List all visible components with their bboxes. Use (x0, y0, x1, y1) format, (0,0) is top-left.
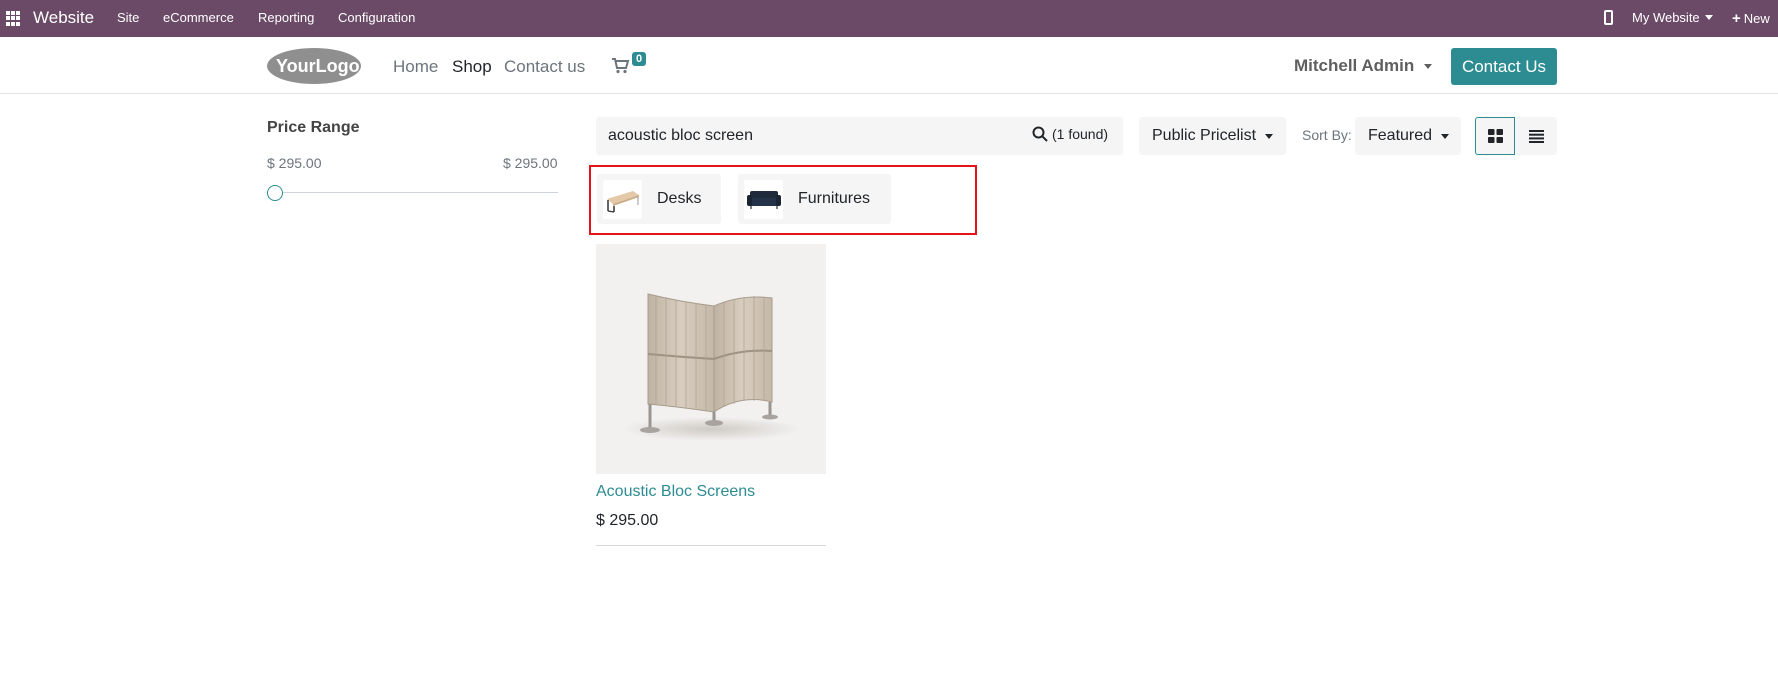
caret-down-icon (1424, 63, 1433, 69)
category-chip-desks[interactable]: Desks (597, 174, 721, 224)
product-divider (596, 545, 826, 546)
search-input[interactable]: acoustic bloc screen (608, 127, 753, 145)
apps-grid-icon[interactable] (6, 11, 21, 26)
price-range-slider[interactable] (267, 192, 558, 193)
site-logo[interactable]: YourLogo (266, 47, 362, 85)
menu-configuration[interactable]: Configuration (338, 10, 415, 25)
category-label-furnitures: Furnitures (798, 190, 871, 207)
contact-us-button[interactable]: Contact Us (1451, 48, 1557, 85)
nav-contact-us[interactable]: Contact us (504, 57, 585, 77)
desk-thumbnail-icon (603, 179, 642, 219)
grid-view-icon (1487, 129, 1503, 143)
caret-down-icon (1704, 15, 1713, 20)
user-name: Mitchell Admin (1294, 56, 1415, 75)
admin-topbar: Website Site eCommerce Reporting Configu… (0, 0, 1778, 37)
results-count: (1 found) (1052, 126, 1109, 142)
menu-reporting[interactable]: Reporting (258, 10, 314, 25)
category-chip-furnitures[interactable]: Furnitures (738, 174, 891, 224)
sofa-thumbnail-icon (744, 179, 783, 219)
sort-value: Featured (1368, 127, 1433, 144)
nav-home[interactable]: Home (393, 57, 438, 77)
sort-dropdown[interactable]: Featured (1355, 117, 1461, 155)
search-button[interactable]: (1 found) (1032, 126, 1108, 142)
my-website-label: My Website (1632, 10, 1700, 25)
search-icon (1032, 126, 1048, 142)
mobile-preview-icon[interactable] (1604, 10, 1613, 25)
logo-text: YourLogo (276, 56, 360, 76)
menu-site[interactable]: Site (117, 10, 139, 25)
list-view-button[interactable] (1515, 117, 1557, 155)
pricelist-label: Public Pricelist (1152, 127, 1257, 144)
new-label: New (1743, 11, 1770, 26)
app-title[interactable]: Website (33, 8, 94, 28)
product-search-box[interactable]: acoustic bloc screen (1 found) (596, 117, 1123, 155)
my-website-dropdown[interactable]: My Website (1632, 10, 1713, 25)
caret-down-icon (1441, 133, 1450, 139)
price-min-label: $ 295.00 (267, 155, 322, 171)
shopping-cart-icon (612, 58, 630, 74)
caret-down-icon (1265, 133, 1274, 139)
product-price: $ 295.00 (596, 512, 659, 529)
user-dropdown[interactable]: Mitchell Admin (1294, 56, 1433, 76)
price-max-label: $ 295.00 (503, 155, 558, 171)
price-slider-handle[interactable] (267, 185, 283, 201)
nav-shop[interactable]: Shop (452, 57, 492, 77)
plus-icon: + (1732, 10, 1741, 27)
grid-view-button[interactable] (1475, 117, 1515, 155)
menu-ecommerce[interactable]: eCommerce (163, 10, 234, 25)
price-range-title: Price Range (267, 119, 360, 136)
category-label-desks: Desks (657, 190, 702, 207)
new-button[interactable]: + New (1732, 10, 1770, 27)
acoustic-screen-image[interactable] (596, 244, 826, 474)
website-header: YourLogo Home Shop Contact us 0 Mitchell… (0, 37, 1778, 94)
product-name-link[interactable]: Acoustic Bloc Screens (596, 483, 755, 501)
list-view-icon (1528, 129, 1544, 143)
sort-by-label: Sort By: (1302, 127, 1352, 143)
pricelist-dropdown[interactable]: Public Pricelist (1139, 117, 1286, 155)
cart-count-badge: 0 (632, 52, 647, 66)
